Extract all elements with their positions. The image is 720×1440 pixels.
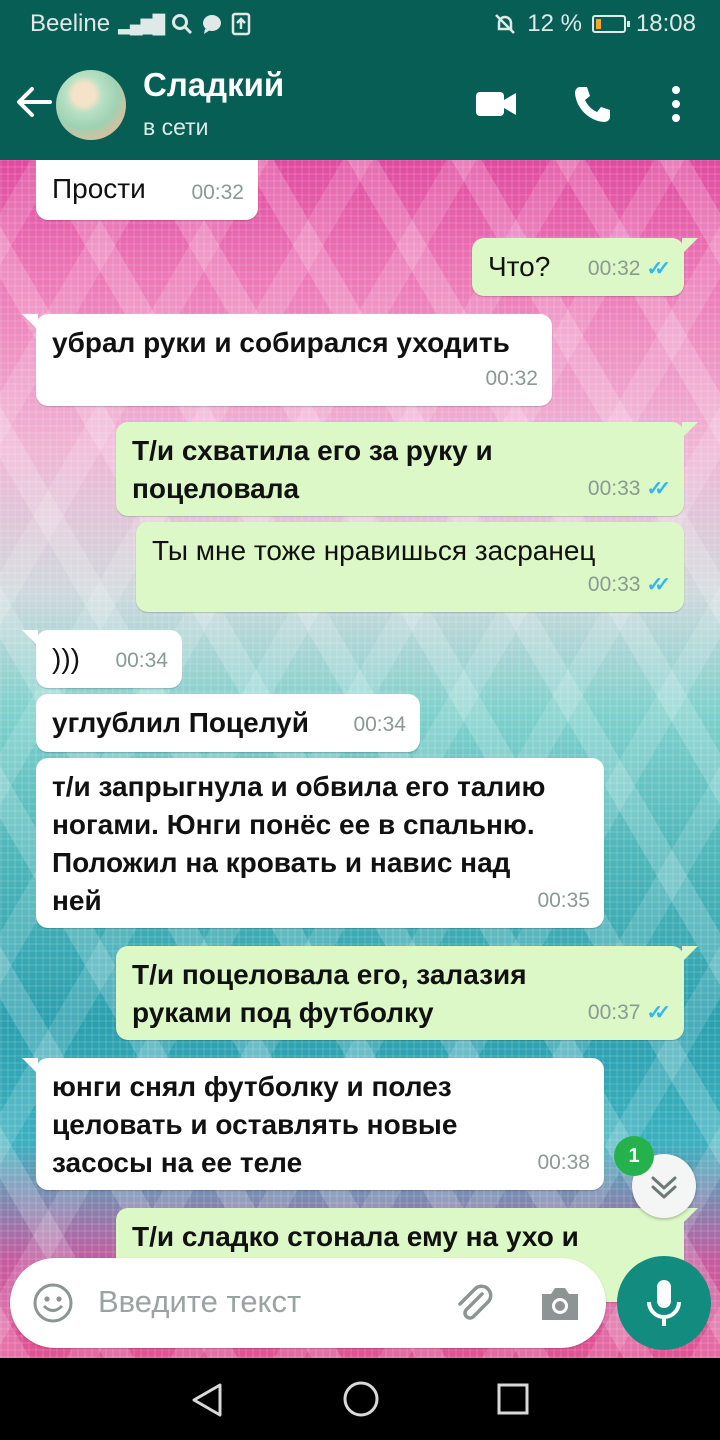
read-ticks-icon: ✓✓ — [646, 574, 670, 596]
message-time: 00:34 — [353, 713, 406, 736]
message-bubble[interactable]: Т/и поцеловала его, залазия руками под ф… — [116, 946, 698, 1040]
system-navigation-bar — [0, 1358, 720, 1440]
contact-status: в сети — [143, 114, 209, 140]
message-bubble[interactable]: Прости 00:32 — [36, 160, 258, 220]
message-time: 00:33 — [587, 477, 641, 500]
video-call-icon[interactable] — [474, 84, 518, 124]
message-text: т/и запрыгнула и обвила его талию ногами… — [52, 771, 546, 916]
message-bubble[interactable]: углублил Поцелуй 00:34 — [36, 694, 420, 752]
avatar[interactable] — [56, 70, 126, 140]
mute-bell-icon — [495, 14, 516, 34]
read-ticks-icon: ✓✓ — [646, 258, 670, 280]
nav-back-icon[interactable] — [190, 1382, 224, 1418]
message-bubble[interactable]: т/и запрыгнула и обвила его талию ногами… — [36, 758, 604, 928]
message-bubble[interactable]: юнги снял футболку и полез целовать и ос… — [22, 1058, 604, 1190]
read-ticks-icon: ✓✓ — [646, 478, 670, 500]
phone-call-icon[interactable] — [572, 84, 612, 124]
chat-header: Сладкий в сети — [0, 48, 720, 160]
message-text: убрал руки и собирался уходить — [52, 327, 510, 358]
message-text: Т/и поцеловала его, залазия руками под ф… — [132, 959, 527, 1028]
message-text: Что? — [488, 251, 551, 282]
message-bubble[interactable]: ))) 00:34 — [22, 630, 182, 688]
camera-icon[interactable] — [538, 1282, 582, 1324]
message-time: 00:35 — [537, 889, 590, 912]
clock: 18:08 — [635, 10, 696, 37]
message-text: Т/и сладко стонала ему на ухо и — [132, 1221, 579, 1252]
message-text: Прости — [52, 173, 146, 204]
more-options-icon[interactable] — [664, 84, 688, 124]
read-ticks-icon: ✓✓ — [646, 1002, 670, 1024]
nav-home-icon[interactable] — [342, 1380, 380, 1418]
attach-paperclip-icon[interactable] — [450, 1280, 496, 1326]
message-bubble[interactable]: Что? 00:32 ✓✓ — [472, 238, 698, 296]
unread-count-badge: 1 — [614, 1136, 654, 1176]
status-bar: Beeline ▂▄▆█ 12 % 18:08 — [0, 0, 720, 48]
nav-recent-apps-icon[interactable] — [496, 1382, 530, 1416]
upload-icon — [232, 12, 251, 36]
emoji-icon[interactable] — [32, 1282, 74, 1324]
message-time: 00:32 — [587, 257, 641, 280]
microphone-icon — [647, 1280, 681, 1326]
message-text: ))) — [52, 643, 80, 674]
message-bubble[interactable]: Т/и схватила его за руку и поцеловала 00… — [116, 422, 698, 516]
back-arrow-icon[interactable] — [14, 82, 54, 122]
message-time: 00:34 — [115, 649, 168, 672]
message-time: 00:32 — [191, 181, 244, 204]
battery-icon — [591, 15, 630, 33]
signal-icon: ▂▄▆█ — [118, 13, 165, 34]
message-input[interactable]: Введите текст — [98, 1284, 301, 1320]
message-bubble[interactable]: убрал руки и собирался уходить 00:32 — [22, 314, 552, 406]
message-time: 00:37 — [587, 1001, 641, 1024]
carrier-label: Beeline — [30, 10, 111, 37]
message-time: 00:32 — [485, 367, 538, 390]
message-composer[interactable]: Введите текст — [10, 1258, 606, 1348]
message-time: 00:38 — [537, 1151, 590, 1174]
message-text: Ты мне тоже нравишься засранец — [152, 535, 596, 566]
message-text: юнги снял футболку и полез целовать и ос… — [52, 1071, 458, 1178]
message-time: 00:33 — [587, 573, 641, 596]
message-text: Т/и схватила его за руку и поцеловала — [132, 435, 493, 504]
message-text: углублил Поцелуй — [52, 707, 309, 738]
chat-notification-icon — [203, 15, 222, 34]
message-bubble[interactable]: Ты мне тоже нравишься засранец 00:33 ✓✓ — [136, 522, 684, 612]
search-icon — [172, 14, 193, 35]
contact-name[interactable]: Сладкий — [143, 66, 284, 104]
voice-record-button[interactable] — [617, 1256, 711, 1350]
battery-percent: 12 % — [527, 10, 582, 37]
chat-area[interactable]: Прости 00:32 Что? 00:32 ✓✓ убрал руки и с… — [0, 160, 720, 1358]
